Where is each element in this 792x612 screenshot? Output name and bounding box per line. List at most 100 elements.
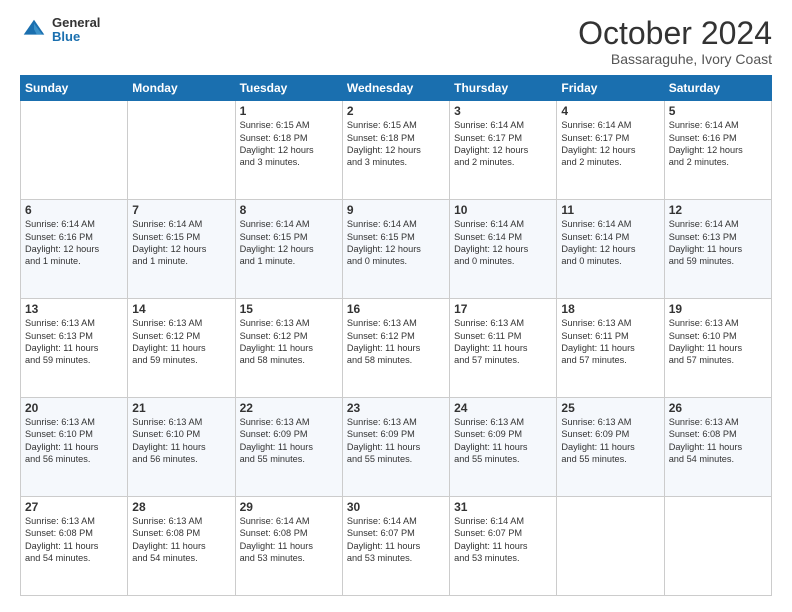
cell-info: Sunrise: 6:13 AM Sunset: 6:10 PM Dayligh… <box>132 416 230 466</box>
day-number: 17 <box>454 302 552 316</box>
calendar-cell: 5Sunrise: 6:14 AM Sunset: 6:16 PM Daylig… <box>664 101 771 200</box>
cell-info: Sunrise: 6:14 AM Sunset: 6:07 PM Dayligh… <box>347 515 445 565</box>
col-tuesday: Tuesday <box>235 76 342 101</box>
calendar-cell: 17Sunrise: 6:13 AM Sunset: 6:11 PM Dayli… <box>450 299 557 398</box>
calendar-cell: 16Sunrise: 6:13 AM Sunset: 6:12 PM Dayli… <box>342 299 449 398</box>
logo-general: General <box>52 16 100 30</box>
calendar-week-5: 27Sunrise: 6:13 AM Sunset: 6:08 PM Dayli… <box>21 497 772 596</box>
cell-info: Sunrise: 6:13 AM Sunset: 6:11 PM Dayligh… <box>561 317 659 367</box>
calendar-cell: 6Sunrise: 6:14 AM Sunset: 6:16 PM Daylig… <box>21 200 128 299</box>
logo-text: General Blue <box>52 16 100 45</box>
col-wednesday: Wednesday <box>342 76 449 101</box>
calendar-cell: 13Sunrise: 6:13 AM Sunset: 6:13 PM Dayli… <box>21 299 128 398</box>
calendar-cell <box>128 101 235 200</box>
day-number: 16 <box>347 302 445 316</box>
logo: General Blue <box>20 16 100 45</box>
day-number: 9 <box>347 203 445 217</box>
day-number: 3 <box>454 104 552 118</box>
day-number: 5 <box>669 104 767 118</box>
calendar-cell <box>664 497 771 596</box>
calendar-cell: 24Sunrise: 6:13 AM Sunset: 6:09 PM Dayli… <box>450 398 557 497</box>
calendar-cell: 1Sunrise: 6:15 AM Sunset: 6:18 PM Daylig… <box>235 101 342 200</box>
cell-info: Sunrise: 6:14 AM Sunset: 6:15 PM Dayligh… <box>347 218 445 268</box>
calendar-cell: 15Sunrise: 6:13 AM Sunset: 6:12 PM Dayli… <box>235 299 342 398</box>
day-number: 10 <box>454 203 552 217</box>
cell-info: Sunrise: 6:15 AM Sunset: 6:18 PM Dayligh… <box>240 119 338 169</box>
col-friday: Friday <box>557 76 664 101</box>
calendar-cell: 14Sunrise: 6:13 AM Sunset: 6:12 PM Dayli… <box>128 299 235 398</box>
day-number: 14 <box>132 302 230 316</box>
day-number: 15 <box>240 302 338 316</box>
calendar-cell: 12Sunrise: 6:14 AM Sunset: 6:13 PM Dayli… <box>664 200 771 299</box>
calendar-cell: 11Sunrise: 6:14 AM Sunset: 6:14 PM Dayli… <box>557 200 664 299</box>
calendar-cell: 2Sunrise: 6:15 AM Sunset: 6:18 PM Daylig… <box>342 101 449 200</box>
day-number: 26 <box>669 401 767 415</box>
title-block: October 2024 Bassaraguhe, Ivory Coast <box>578 16 772 67</box>
page: General Blue October 2024 Bassaraguhe, I… <box>0 0 792 612</box>
calendar-week-1: 1Sunrise: 6:15 AM Sunset: 6:18 PM Daylig… <box>21 101 772 200</box>
calendar-cell: 23Sunrise: 6:13 AM Sunset: 6:09 PM Dayli… <box>342 398 449 497</box>
cell-info: Sunrise: 6:13 AM Sunset: 6:09 PM Dayligh… <box>454 416 552 466</box>
logo-icon <box>20 16 48 44</box>
day-number: 28 <box>132 500 230 514</box>
cell-info: Sunrise: 6:14 AM Sunset: 6:07 PM Dayligh… <box>454 515 552 565</box>
cell-info: Sunrise: 6:13 AM Sunset: 6:12 PM Dayligh… <box>347 317 445 367</box>
cell-info: Sunrise: 6:14 AM Sunset: 6:15 PM Dayligh… <box>132 218 230 268</box>
col-monday: Monday <box>128 76 235 101</box>
day-number: 11 <box>561 203 659 217</box>
cell-info: Sunrise: 6:13 AM Sunset: 6:09 PM Dayligh… <box>561 416 659 466</box>
calendar-cell: 25Sunrise: 6:13 AM Sunset: 6:09 PM Dayli… <box>557 398 664 497</box>
calendar-week-4: 20Sunrise: 6:13 AM Sunset: 6:10 PM Dayli… <box>21 398 772 497</box>
day-number: 31 <box>454 500 552 514</box>
calendar-cell: 31Sunrise: 6:14 AM Sunset: 6:07 PM Dayli… <box>450 497 557 596</box>
cell-info: Sunrise: 6:13 AM Sunset: 6:10 PM Dayligh… <box>669 317 767 367</box>
calendar-body: 1Sunrise: 6:15 AM Sunset: 6:18 PM Daylig… <box>21 101 772 596</box>
calendar-cell: 22Sunrise: 6:13 AM Sunset: 6:09 PM Dayli… <box>235 398 342 497</box>
cell-info: Sunrise: 6:14 AM Sunset: 6:17 PM Dayligh… <box>561 119 659 169</box>
location: Bassaraguhe, Ivory Coast <box>578 51 772 67</box>
cell-info: Sunrise: 6:14 AM Sunset: 6:16 PM Dayligh… <box>669 119 767 169</box>
calendar-cell: 20Sunrise: 6:13 AM Sunset: 6:10 PM Dayli… <box>21 398 128 497</box>
month-title: October 2024 <box>578 16 772 51</box>
cell-info: Sunrise: 6:14 AM Sunset: 6:08 PM Dayligh… <box>240 515 338 565</box>
calendar-cell: 21Sunrise: 6:13 AM Sunset: 6:10 PM Dayli… <box>128 398 235 497</box>
calendar-cell: 9Sunrise: 6:14 AM Sunset: 6:15 PM Daylig… <box>342 200 449 299</box>
col-thursday: Thursday <box>450 76 557 101</box>
calendar-cell: 18Sunrise: 6:13 AM Sunset: 6:11 PM Dayli… <box>557 299 664 398</box>
calendar-cell: 30Sunrise: 6:14 AM Sunset: 6:07 PM Dayli… <box>342 497 449 596</box>
day-number: 7 <box>132 203 230 217</box>
day-number: 2 <box>347 104 445 118</box>
header: General Blue October 2024 Bassaraguhe, I… <box>20 16 772 67</box>
calendar-cell: 10Sunrise: 6:14 AM Sunset: 6:14 PM Dayli… <box>450 200 557 299</box>
day-number: 23 <box>347 401 445 415</box>
day-number: 8 <box>240 203 338 217</box>
day-number: 24 <box>454 401 552 415</box>
calendar-week-2: 6Sunrise: 6:14 AM Sunset: 6:16 PM Daylig… <box>21 200 772 299</box>
day-number: 25 <box>561 401 659 415</box>
cell-info: Sunrise: 6:13 AM Sunset: 6:12 PM Dayligh… <box>132 317 230 367</box>
calendar-cell: 19Sunrise: 6:13 AM Sunset: 6:10 PM Dayli… <box>664 299 771 398</box>
calendar-cell <box>557 497 664 596</box>
cell-info: Sunrise: 6:13 AM Sunset: 6:08 PM Dayligh… <box>25 515 123 565</box>
calendar-week-3: 13Sunrise: 6:13 AM Sunset: 6:13 PM Dayli… <box>21 299 772 398</box>
calendar-cell: 27Sunrise: 6:13 AM Sunset: 6:08 PM Dayli… <box>21 497 128 596</box>
cell-info: Sunrise: 6:14 AM Sunset: 6:13 PM Dayligh… <box>669 218 767 268</box>
calendar-cell <box>21 101 128 200</box>
day-number: 29 <box>240 500 338 514</box>
day-number: 13 <box>25 302 123 316</box>
cell-info: Sunrise: 6:14 AM Sunset: 6:14 PM Dayligh… <box>454 218 552 268</box>
calendar-cell: 7Sunrise: 6:14 AM Sunset: 6:15 PM Daylig… <box>128 200 235 299</box>
day-number: 18 <box>561 302 659 316</box>
cell-info: Sunrise: 6:13 AM Sunset: 6:13 PM Dayligh… <box>25 317 123 367</box>
cell-info: Sunrise: 6:13 AM Sunset: 6:10 PM Dayligh… <box>25 416 123 466</box>
day-number: 6 <box>25 203 123 217</box>
cell-info: Sunrise: 6:13 AM Sunset: 6:09 PM Dayligh… <box>240 416 338 466</box>
day-number: 30 <box>347 500 445 514</box>
day-number: 20 <box>25 401 123 415</box>
cell-info: Sunrise: 6:14 AM Sunset: 6:14 PM Dayligh… <box>561 218 659 268</box>
cell-info: Sunrise: 6:13 AM Sunset: 6:09 PM Dayligh… <box>347 416 445 466</box>
day-number: 27 <box>25 500 123 514</box>
day-number: 21 <box>132 401 230 415</box>
cell-info: Sunrise: 6:13 AM Sunset: 6:08 PM Dayligh… <box>669 416 767 466</box>
col-saturday: Saturday <box>664 76 771 101</box>
